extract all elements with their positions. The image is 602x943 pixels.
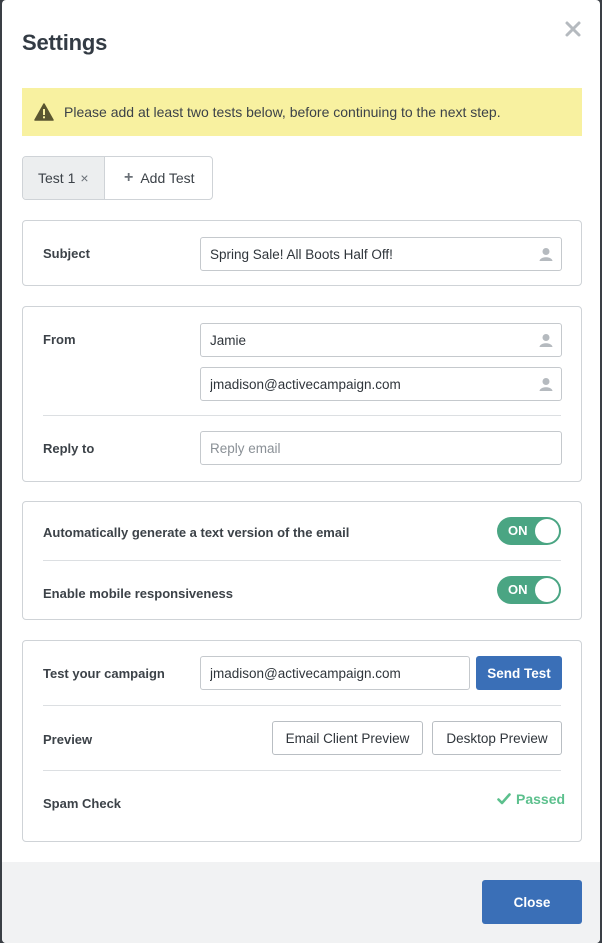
test-card: Test your campaign Send Test Preview Ema… — [22, 640, 582, 842]
spam-check-label: Spam Check — [43, 796, 122, 811]
test-tabs: Test 1 × + Add Test — [22, 156, 213, 200]
text-version-toggle[interactable]: ON — [497, 517, 561, 545]
from-label: From — [43, 332, 76, 347]
email-client-preview-button[interactable]: Email Client Preview — [272, 721, 423, 755]
toggle-knob — [535, 519, 559, 543]
add-test-button[interactable]: + Add Test — [105, 157, 212, 199]
toggle-knob — [535, 578, 559, 602]
close-icon[interactable] — [562, 18, 584, 40]
person-icon — [539, 334, 553, 347]
warning-icon — [34, 103, 54, 121]
warning-text: Please add at least two tests below, bef… — [64, 104, 501, 120]
settings-modal: Settings Please add at least two tests b… — [2, 0, 600, 943]
divider — [43, 770, 561, 771]
tab-label: Test 1 — [38, 170, 76, 186]
from-name-input[interactable] — [200, 323, 562, 357]
mobile-responsive-label: Enable mobile responsiveness — [43, 586, 234, 601]
reply-to-label: Reply to — [43, 441, 95, 456]
subject-label: Subject — [43, 246, 90, 261]
person-icon — [539, 248, 553, 261]
toggle-state: ON — [508, 523, 528, 538]
modal-title: Settings — [22, 30, 108, 55]
toggle-state: ON — [508, 582, 528, 597]
subject-input[interactable] — [200, 237, 562, 271]
spam-check-status: Passed — [497, 791, 565, 807]
plus-icon: + — [124, 169, 134, 186]
test-campaign-label: Test your campaign — [43, 666, 165, 681]
reply-email-input[interactable] — [200, 431, 562, 465]
person-icon — [539, 378, 553, 391]
send-test-button[interactable]: Send Test — [476, 656, 562, 690]
options-card: Automatically generate a text version of… — [22, 501, 582, 620]
warning-banner: Please add at least two tests below, bef… — [22, 88, 582, 136]
desktop-preview-button[interactable]: Desktop Preview — [432, 721, 562, 755]
sender-card: From Reply to — [22, 306, 582, 482]
tab-test-1[interactable]: Test 1 × — [23, 157, 105, 199]
test-email-input[interactable] — [200, 656, 470, 690]
modal-footer: Close — [2, 862, 600, 943]
subject-card: Subject — [22, 220, 582, 286]
close-button[interactable]: Close — [482, 880, 582, 924]
divider — [43, 705, 561, 706]
text-version-label: Automatically generate a text version of… — [43, 525, 350, 540]
preview-label: Preview — [43, 732, 93, 747]
from-email-input[interactable] — [200, 367, 562, 401]
divider — [43, 415, 561, 416]
remove-tab-icon[interactable]: × — [80, 170, 88, 186]
divider — [43, 560, 561, 561]
add-test-label: Add Test — [140, 170, 195, 186]
passed-text: Passed — [516, 791, 566, 807]
check-icon — [497, 793, 511, 805]
mobile-responsive-toggle[interactable]: ON — [497, 576, 561, 604]
